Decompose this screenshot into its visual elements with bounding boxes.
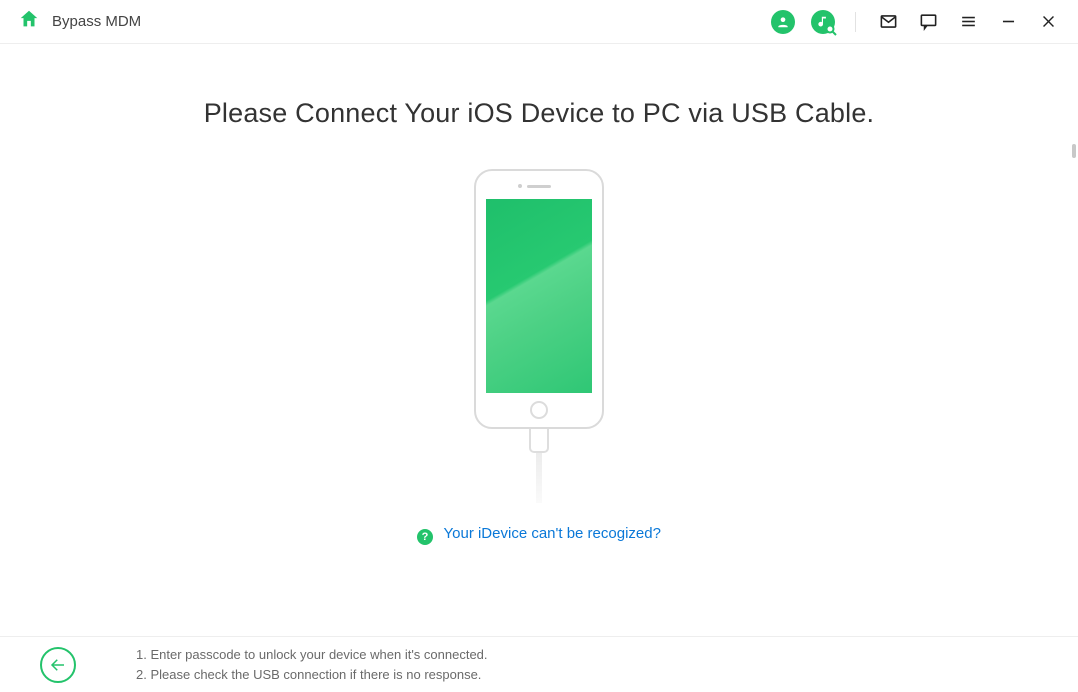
header-icons: [771, 10, 1060, 34]
main-area: Please Connect Your iOS Device to PC via…: [0, 98, 1078, 692]
page-headline: Please Connect Your iOS Device to PC via…: [0, 98, 1078, 129]
feedback-icon[interactable]: [916, 10, 940, 34]
help-link[interactable]: Your iDevice can't be recogized?: [444, 525, 661, 542]
account-icon[interactable]: [771, 10, 795, 34]
back-button[interactable]: [40, 647, 76, 683]
mail-icon[interactable]: [876, 10, 900, 34]
help-icon: ?: [417, 529, 433, 545]
menu-icon[interactable]: [956, 10, 980, 34]
footer-bar: 1. Enter passcode to unlock your device …: [0, 636, 1078, 692]
usb-cable: [536, 453, 542, 503]
header-separator: [855, 12, 856, 32]
device-illustration: [469, 169, 609, 509]
usb-plug: [529, 427, 549, 453]
footer-tip-2: 2. Please check the USB connection if th…: [136, 665, 488, 685]
footer-tip-1: 1. Enter passcode to unlock your device …: [136, 645, 488, 665]
app-title: Bypass MDM: [52, 13, 141, 30]
scrollbar-thumb[interactable]: [1072, 144, 1076, 158]
close-icon[interactable]: [1036, 10, 1060, 34]
help-line: ? Your iDevice can't be recogized?: [0, 525, 1078, 545]
header-bar: Bypass MDM: [0, 0, 1078, 44]
home-icon[interactable]: [18, 8, 40, 35]
phone-screen: [486, 199, 592, 393]
phone-camera-dot: [518, 184, 522, 188]
music-search-icon[interactable]: [811, 10, 835, 34]
phone-speaker: [527, 185, 551, 188]
phone-body: [474, 169, 604, 429]
footer-tips: 1. Enter passcode to unlock your device …: [136, 645, 488, 684]
minimize-icon[interactable]: [996, 10, 1020, 34]
phone-home-button: [530, 401, 548, 419]
